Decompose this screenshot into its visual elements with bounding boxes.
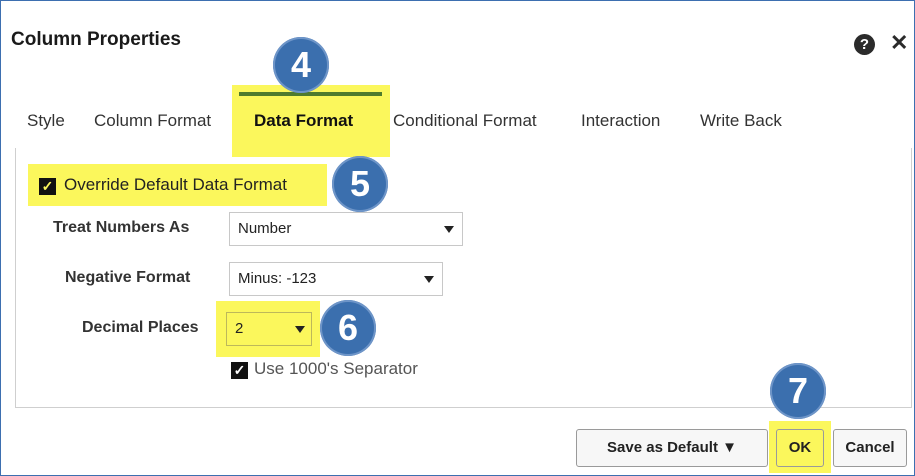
chevron-down-icon bbox=[424, 276, 434, 283]
callout-7: 7 bbox=[770, 363, 826, 419]
tab-write-back[interactable]: Write Back bbox=[700, 111, 782, 131]
decimal-places-select[interactable]: 2 bbox=[226, 312, 312, 346]
treat-numbers-label: Treat Numbers As bbox=[53, 219, 190, 236]
callout-4: 4 bbox=[273, 37, 329, 93]
separator-label[interactable]: Use 1000's Separator bbox=[254, 359, 418, 379]
column-properties-dialog: Column Properties ? ✕ Style Column Forma… bbox=[0, 0, 915, 476]
callout-5: 5 bbox=[332, 156, 388, 212]
tab-interaction[interactable]: Interaction bbox=[581, 111, 660, 131]
cancel-button[interactable]: Cancel bbox=[833, 429, 907, 467]
negative-format-value: Minus: -123 bbox=[238, 270, 317, 287]
override-label[interactable]: Override Default Data Format bbox=[64, 175, 287, 195]
negative-format-label: Negative Format bbox=[65, 269, 191, 286]
callout-6: 6 bbox=[320, 300, 376, 356]
tab-data-format[interactable]: Data Format bbox=[254, 111, 353, 131]
override-checkbox[interactable]: ✓ bbox=[39, 178, 56, 195]
negative-format-select[interactable]: Minus: -123 bbox=[229, 262, 443, 296]
treat-numbers-select[interactable]: Number bbox=[229, 212, 463, 246]
chevron-down-icon bbox=[444, 226, 454, 233]
ok-button[interactable]: OK bbox=[776, 429, 824, 467]
tab-style[interactable]: Style bbox=[27, 111, 65, 131]
tab-bar: Style Column Format Data Format Conditio… bbox=[1, 1, 915, 157]
decimal-places-label: Decimal Places bbox=[82, 319, 199, 336]
save-as-default-button[interactable]: Save as Default ▼ bbox=[576, 429, 768, 467]
chevron-down-icon bbox=[295, 326, 305, 333]
decimal-places-value: 2 bbox=[235, 320, 244, 337]
separator-checkbox[interactable]: ✓ bbox=[231, 362, 248, 379]
treat-numbers-value: Number bbox=[238, 220, 292, 237]
tab-conditional-format[interactable]: Conditional Format bbox=[393, 111, 537, 131]
tab-column-format[interactable]: Column Format bbox=[94, 111, 211, 131]
